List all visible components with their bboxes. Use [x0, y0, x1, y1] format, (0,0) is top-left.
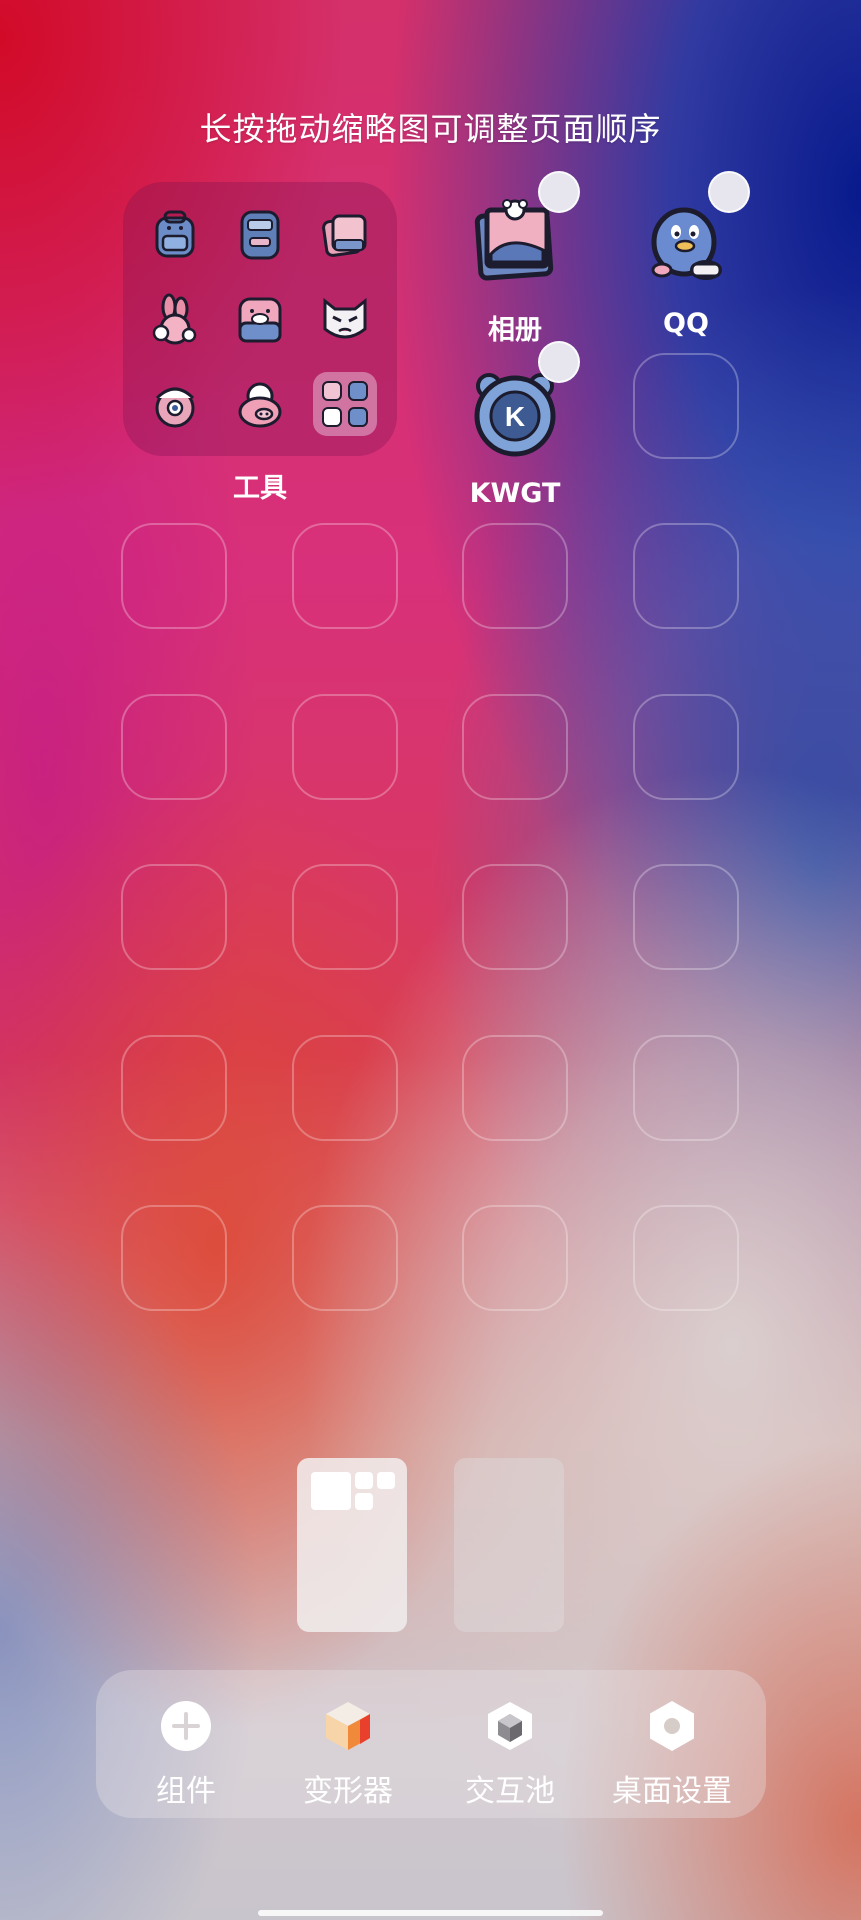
desktop-settings-button[interactable]: 桌面设置: [592, 1670, 752, 1818]
pig-mug-icon: [228, 287, 292, 351]
empty-slot: [292, 523, 398, 629]
empty-slot: [633, 1035, 739, 1141]
empty-slot: [462, 523, 568, 629]
reorder-hint: 长按拖动缩略图可调整页面顺序: [199, 110, 662, 148]
radio-icon: [228, 202, 292, 266]
empty-slot: [121, 1205, 227, 1311]
app-photo-album[interactable]: 相册: [460, 194, 570, 347]
empty-slot: [121, 1035, 227, 1141]
tools-folder[interactable]: [123, 182, 397, 456]
empty-slot: [633, 523, 739, 629]
empty-slot: [462, 864, 568, 970]
cat-mask-icon: [313, 287, 377, 351]
empty-slot: [633, 1205, 739, 1311]
empty-slot: [121, 864, 227, 970]
empty-slot: [462, 694, 568, 800]
empty-slot: [633, 353, 739, 459]
empty-slot: [462, 1205, 568, 1311]
page-thumbnail-1[interactable]: [297, 1458, 407, 1632]
app-label: QQ: [663, 308, 709, 339]
transform-cube-icon: [320, 1698, 376, 1754]
subfolder-icon: [313, 372, 377, 436]
kwgt-glyph: K: [505, 401, 525, 432]
remove-badge[interactable]: [538, 171, 580, 213]
pig-icon: [228, 372, 292, 436]
page-thumbnail-2[interactable]: [454, 1458, 564, 1632]
add-circle-icon: [158, 1698, 214, 1754]
empty-slot: [121, 694, 227, 800]
backpack-icon: [143, 202, 207, 266]
interaction-cube-icon: [482, 1698, 538, 1754]
app-kwgt[interactable]: K KWGT: [460, 364, 570, 509]
dock-label: 变形器: [303, 1774, 393, 1809]
empty-slot: [633, 864, 739, 970]
settings-hexagon-icon: [644, 1698, 700, 1754]
empty-slot: [292, 694, 398, 800]
empty-slot: [292, 1205, 398, 1311]
empty-slot: [121, 523, 227, 629]
empty-slot: [633, 694, 739, 800]
empty-slot: [292, 864, 398, 970]
dock-label: 组件: [156, 1774, 216, 1809]
app-label: KWGT: [469, 478, 561, 509]
transformer-button[interactable]: 变形器: [268, 1670, 428, 1818]
folder-label: 工具: [233, 473, 287, 504]
remove-badge[interactable]: [708, 171, 750, 213]
dock-label: 桌面设置: [612, 1774, 732, 1809]
app-qq[interactable]: QQ: [631, 194, 741, 339]
books-icon: [313, 202, 377, 266]
empty-slot: [292, 1035, 398, 1141]
remove-badge[interactable]: [538, 341, 580, 383]
bandaged-monster-icon: [143, 372, 207, 436]
widgets-button[interactable]: 组件: [106, 1670, 266, 1818]
edit-toolbar: 组件 变形器 交互池 桌面设置: [96, 1670, 766, 1818]
bunny-icon: [143, 287, 207, 351]
empty-slot: [462, 1035, 568, 1141]
interaction-pool-button[interactable]: 交互池: [430, 1670, 590, 1818]
dock-label: 交互池: [465, 1774, 555, 1809]
home-indicator[interactable]: [258, 1910, 603, 1916]
